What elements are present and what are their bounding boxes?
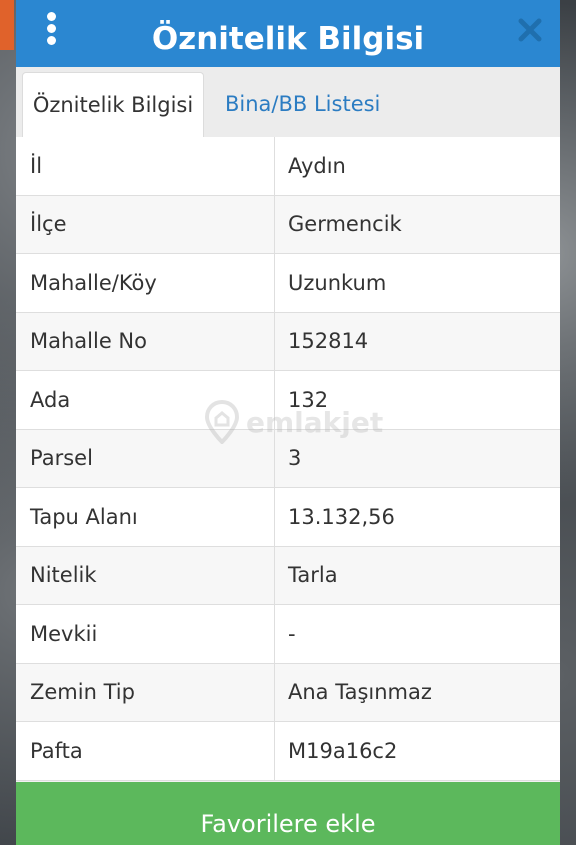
attribute-key: İlçe (30, 212, 67, 237)
dialog-header: Öznitelik Bilgisi (16, 0, 560, 67)
attribute-key: Mahalle/Köy (30, 270, 157, 295)
table-row: İl Aydın (16, 137, 560, 196)
attribute-key: Mahalle No (30, 329, 147, 354)
attribute-key: Ada (30, 387, 71, 412)
table-row: Mahalle No 152814 (16, 312, 560, 371)
table-row: Pafta M19a16c2 (16, 722, 560, 781)
attribute-key: Zemin Tip (30, 680, 135, 705)
attribute-table: İl Aydın İlçe Germencik Mahalle/Köy Uzun… (16, 137, 560, 781)
column-divider (274, 254, 275, 312)
attribute-value: Aydın (288, 153, 346, 178)
column-divider (274, 722, 275, 780)
tab-bina-bb-listesi[interactable]: Bina/BB Listesi (211, 72, 394, 137)
table-row: İlçe Germencik (16, 195, 560, 254)
table-row: Mevkii - (16, 605, 560, 664)
table-row: Zemin Tip Ana Taşınmaz (16, 663, 560, 722)
attribute-key: Parsel (30, 446, 93, 471)
tab-oznitelik-bilgisi[interactable]: Öznitelik Bilgisi (22, 72, 204, 138)
attribute-dialog: Öznitelik Bilgisi Öznitelik Bilgisi Bina… (16, 0, 560, 845)
attribute-value: 152814 (288, 329, 369, 354)
column-divider (274, 137, 275, 195)
table-row: Tapu Alanı 13.132,56 (16, 488, 560, 547)
map-accent (0, 0, 14, 50)
table-row: Parsel 3 (16, 429, 560, 488)
attribute-key: Nitelik (30, 563, 97, 588)
attribute-value: Tarla (288, 563, 338, 588)
column-divider (274, 312, 275, 370)
tab-bar: Öznitelik Bilgisi Bina/BB Listesi (16, 67, 560, 138)
column-divider (274, 546, 275, 604)
column-divider (274, 663, 275, 721)
column-divider (274, 371, 275, 429)
attribute-key: İl (30, 153, 43, 178)
add-to-favorites-button[interactable]: Favorilere ekle (16, 782, 560, 845)
attribute-value: - (288, 621, 296, 646)
attribute-value: Ana Taşınmaz (288, 680, 432, 705)
attribute-value: M19a16c2 (288, 738, 398, 763)
table-row: Nitelik Tarla (16, 546, 560, 605)
column-divider (274, 605, 275, 663)
column-divider (274, 488, 275, 546)
attribute-value: 13.132,56 (288, 504, 395, 529)
attribute-key: Pafta (30, 738, 83, 763)
attribute-value: 3 (288, 446, 302, 471)
column-divider (274, 195, 275, 253)
table-row: Mahalle/Köy Uzunkum (16, 254, 560, 313)
attribute-value: Germencik (288, 212, 402, 237)
table-row: Ada 132 (16, 371, 560, 430)
attribute-key: Tapu Alanı (30, 504, 138, 529)
attribute-value: 132 (288, 387, 329, 412)
attribute-value: Uzunkum (288, 270, 387, 295)
attribute-key: Mevkii (30, 621, 98, 646)
close-icon[interactable] (516, 16, 544, 44)
column-divider (274, 429, 275, 487)
